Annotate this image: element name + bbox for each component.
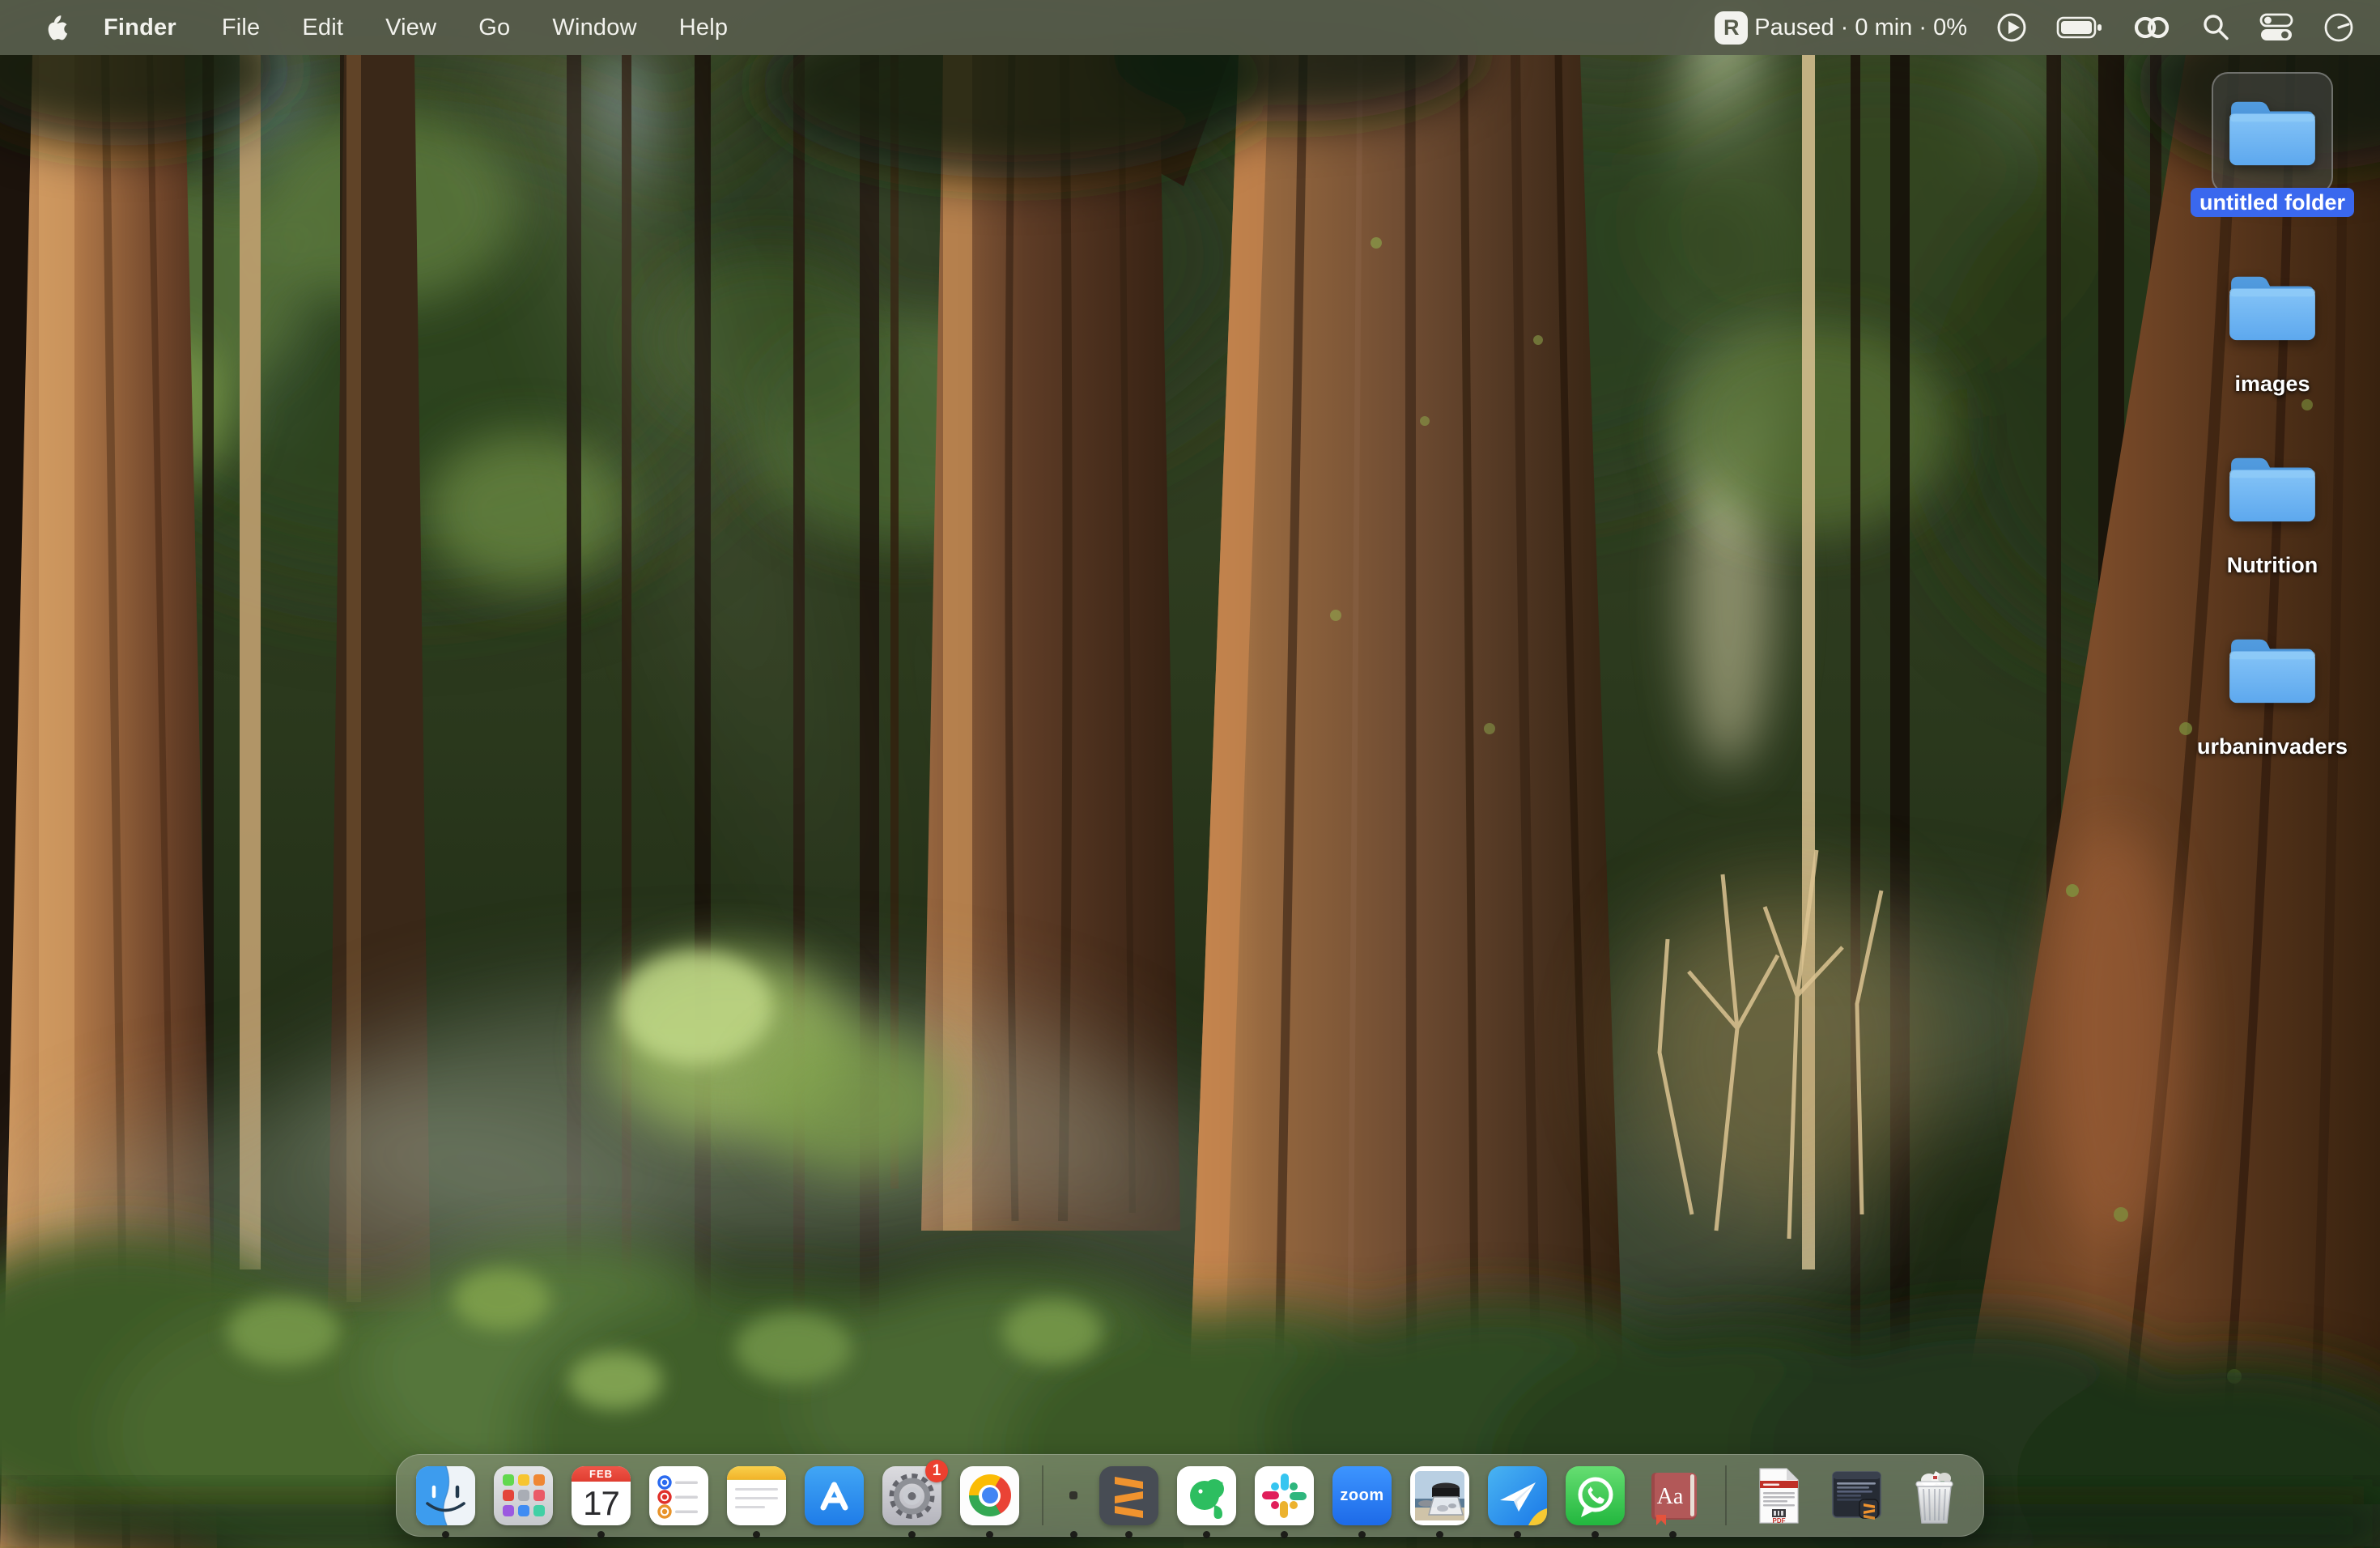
- battery-icon[interactable]: [2056, 15, 2103, 40]
- running-indicator: [1281, 1531, 1288, 1538]
- folder-label[interactable]: images: [2234, 369, 2310, 398]
- rescuetime-badge-icon: R: [1715, 11, 1748, 45]
- rescuetime-status-text: Paused · 0 min · 0%: [1754, 15, 1967, 41]
- link-icon[interactable]: [2131, 13, 2173, 42]
- dock-separator: [1042, 1465, 1043, 1525]
- dock-launchpad[interactable]: [494, 1466, 553, 1525]
- running-indicator: [1669, 1531, 1677, 1538]
- search-icon[interactable]: [2200, 12, 2231, 43]
- folder-icon: [2225, 268, 2320, 346]
- whatsapp-icon: [1566, 1466, 1625, 1525]
- apple-icon: [44, 13, 68, 42]
- dock-dictionary[interactable]: Aa: [1643, 1466, 1702, 1525]
- menu-bar-status: R Paused · 0 min · 0%: [1715, 0, 2356, 55]
- running-indicator: [1358, 1531, 1366, 1538]
- finder-icon: [416, 1466, 475, 1525]
- running-indicator: [597, 1531, 605, 1538]
- menu-file[interactable]: File: [201, 0, 282, 55]
- running-indicator: [1436, 1531, 1443, 1538]
- desktop-folder-untitled[interactable]: untitled folder: [2167, 72, 2378, 226]
- app-store-icon: [805, 1466, 864, 1525]
- dock-pdf-document[interactable]: PDF: [1749, 1466, 1808, 1525]
- chrome-icon: [960, 1466, 1019, 1525]
- slack-icon: [1255, 1466, 1314, 1525]
- dock-system-settings[interactable]: 1: [882, 1466, 941, 1525]
- play-circle-icon[interactable]: [1995, 11, 2029, 45]
- menu-bar: Finder File Edit View Go Window Help R P…: [0, 0, 2380, 55]
- folder-label[interactable]: urbaninvaders: [2197, 732, 2348, 761]
- dock-preview[interactable]: [1410, 1466, 1469, 1525]
- folder-icon: [2225, 631, 2320, 708]
- dock-app-store[interactable]: [805, 1466, 864, 1525]
- zoom-wordmark: zoom: [1340, 1486, 1383, 1505]
- clock-icon[interactable]: [2322, 11, 2356, 45]
- spark-icon: [1488, 1466, 1547, 1525]
- running-indicator: [1592, 1531, 1599, 1538]
- running-indicator: [908, 1531, 916, 1538]
- dictionary-glyph: Aa: [1657, 1484, 1684, 1509]
- calendar-day: 17: [572, 1482, 631, 1525]
- rescuetime-status[interactable]: R Paused · 0 min · 0%: [1715, 11, 1967, 45]
- folder-icon: [2225, 449, 2320, 527]
- running-indicator: [1203, 1531, 1210, 1538]
- dock-spark[interactable]: [1488, 1466, 1547, 1525]
- running-indicator: [1125, 1531, 1133, 1538]
- preview-icon: [1410, 1466, 1469, 1525]
- dock-chrome[interactable]: [960, 1466, 1019, 1525]
- folder-icon: [2225, 93, 2320, 171]
- folder-label[interactable]: untitled folder: [2191, 188, 2354, 217]
- dock-whatsapp[interactable]: [1566, 1466, 1625, 1525]
- dock-trash[interactable]: [1905, 1466, 1964, 1525]
- control-center-icon[interactable]: [2259, 11, 2294, 44]
- dock-notes[interactable]: [727, 1466, 786, 1525]
- evernote-icon: [1177, 1466, 1236, 1525]
- launchpad-icon: [494, 1466, 553, 1525]
- desktop-folder-nutrition[interactable]: Nutrition: [2167, 435, 2378, 589]
- settings-notification-badge: 1: [925, 1460, 948, 1482]
- dock-code-file[interactable]: [1827, 1466, 1886, 1525]
- reminders-icon: [649, 1466, 708, 1525]
- trash-icon: [1905, 1466, 1964, 1525]
- menu-app-finder[interactable]: Finder: [79, 0, 201, 55]
- dock-slack[interactable]: [1255, 1466, 1314, 1525]
- pdf-document-icon: PDF: [1749, 1466, 1808, 1525]
- dock-calendar[interactable]: FEB 17: [572, 1466, 631, 1525]
- desktop-folder-images[interactable]: images: [2167, 253, 2378, 407]
- menu-help[interactable]: Help: [658, 0, 749, 55]
- running-indicator: [1070, 1531, 1077, 1538]
- menu-edit[interactable]: Edit: [281, 0, 364, 55]
- dock: FEB 17: [396, 1454, 1984, 1537]
- desktop-screen: Finder File Edit View Go Window Help R P…: [0, 0, 2380, 1548]
- hidden-app-icon: [1069, 1491, 1077, 1499]
- running-indicator: [1514, 1531, 1521, 1538]
- dock-reminders[interactable]: [649, 1466, 708, 1525]
- pdf-label: PDF: [1773, 1517, 1786, 1525]
- dock-evernote[interactable]: [1177, 1466, 1236, 1525]
- code-file-icon: [1827, 1466, 1886, 1525]
- calendar-icon: FEB 17: [572, 1466, 631, 1525]
- menu-window[interactable]: Window: [531, 0, 657, 55]
- calendar-month: FEB: [572, 1466, 631, 1482]
- running-indicator: [442, 1531, 449, 1538]
- dock-finder[interactable]: [416, 1466, 475, 1525]
- zoom-icon: zoom: [1332, 1466, 1392, 1525]
- forest-wallpaper: [0, 0, 2380, 1548]
- dock-zoom[interactable]: zoom: [1332, 1466, 1392, 1525]
- menu-bar-left: Finder File Edit View Go Window Help: [32, 0, 749, 55]
- sublime-text-icon: [1099, 1466, 1158, 1525]
- dock-separator: [1725, 1465, 1727, 1525]
- dictionary-icon: Aa: [1643, 1466, 1702, 1525]
- dock-sublime-text[interactable]: [1099, 1466, 1158, 1525]
- running-indicator: [986, 1531, 993, 1538]
- running-indicator: [753, 1531, 760, 1538]
- folder-label[interactable]: Nutrition: [2227, 551, 2318, 580]
- desktop-folder-urbaninvaders[interactable]: urbaninvaders: [2167, 616, 2378, 770]
- dock-hidden-app[interactable]: [1066, 1466, 1081, 1525]
- apple-menu[interactable]: [32, 13, 79, 42]
- menu-go[interactable]: Go: [457, 0, 531, 55]
- menu-view[interactable]: View: [364, 0, 457, 55]
- notes-icon: [727, 1466, 786, 1525]
